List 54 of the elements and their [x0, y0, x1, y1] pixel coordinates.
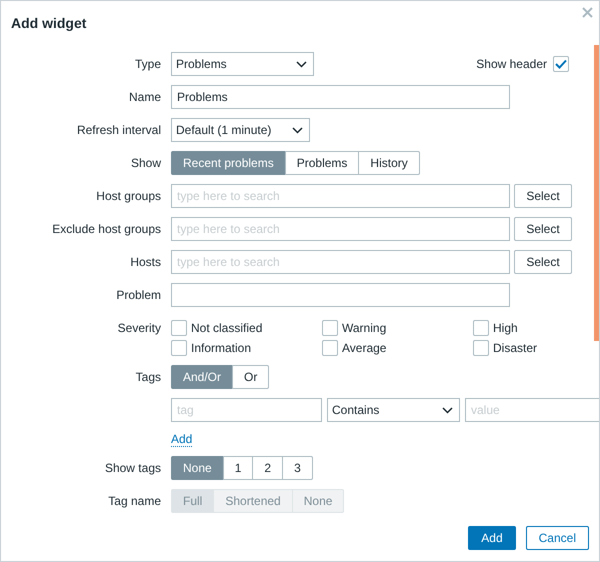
search-field[interactable]: type here to search	[171, 184, 510, 208]
checkbox-label: Disaster	[493, 341, 538, 355]
tag-field[interactable]: tag	[171, 398, 322, 422]
select-button[interactable]: Select	[514, 250, 572, 274]
checkbox-label: Show header	[476, 57, 547, 71]
dialog-title: Add widget	[11, 15, 86, 31]
text-field[interactable]: Problems	[171, 85, 510, 109]
field-label: Show tags	[104, 460, 161, 477]
chevron-down-icon	[442, 406, 453, 414]
field-label: Type	[134, 56, 161, 73]
checkbox[interactable]	[322, 320, 338, 336]
dropdown[interactable]: Problems	[171, 52, 314, 76]
field-label: Severity	[116, 320, 161, 337]
segment-button[interactable]: 1	[222, 456, 254, 480]
checkbox[interactable]	[473, 340, 489, 356]
value-field[interactable]: value	[465, 398, 599, 422]
operator-dropdown[interactable]: Contains	[327, 398, 460, 422]
checkbox-label: Information	[191, 341, 252, 355]
segment-button[interactable]: Or	[232, 365, 270, 389]
segment-button[interactable]: 2	[252, 456, 284, 480]
checkbox-label: Average	[342, 341, 386, 355]
segment-button[interactable]: History	[358, 151, 420, 175]
segment-button[interactable]: Problems	[284, 151, 360, 175]
chevron-down-icon	[292, 126, 303, 134]
chevron-down-icon	[296, 60, 307, 68]
dropdown[interactable]: Default (1 minute)	[171, 118, 310, 142]
cancel-button[interactable]: Cancel	[526, 526, 589, 550]
select-button[interactable]: Select	[514, 217, 572, 241]
checkbox[interactable]	[171, 340, 187, 356]
checkbox-label: Warning	[342, 321, 386, 335]
search-field[interactable]: type here to search	[171, 250, 510, 274]
add-link[interactable]: Add	[171, 432, 192, 447]
checkbox[interactable]	[473, 320, 489, 336]
checkbox[interactable]	[553, 56, 569, 72]
text-field[interactable]	[171, 283, 510, 307]
field-label: Tags	[134, 369, 161, 386]
scrollbar-thumb[interactable]	[594, 45, 599, 341]
field-label: Exclude host groups	[51, 221, 161, 238]
field-label: Host groups	[95, 188, 161, 205]
checkbox-label: Not classified	[191, 321, 262, 335]
field-label: Tag name	[107, 493, 161, 510]
add-button[interactable]: Add	[468, 526, 516, 550]
checkbox[interactable]	[322, 340, 338, 356]
field-label: Show	[130, 155, 161, 172]
search-field[interactable]: type here to search	[171, 217, 510, 241]
checkbox-label: High	[493, 321, 518, 335]
field-label: Name	[128, 89, 161, 106]
field-label: Hosts	[129, 254, 161, 271]
field-label: Refresh interval	[76, 122, 161, 139]
close-icon[interactable]	[582, 7, 593, 18]
segment-button[interactable]: 3	[282, 456, 313, 480]
checkbox[interactable]	[171, 320, 187, 336]
select-button[interactable]: Select	[514, 184, 572, 208]
field-label: Problem	[115, 287, 161, 304]
